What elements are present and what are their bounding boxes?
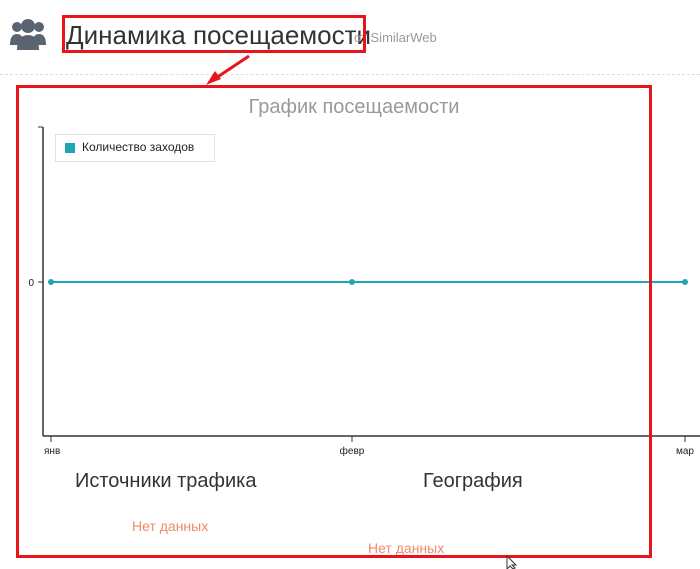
series-point [682,279,688,285]
series-point [349,279,355,285]
legend-label: Количество заходов [82,140,195,154]
traffic-sources-title: Источники трафика [75,470,257,492]
series-point [48,279,54,285]
chart-legend[interactable]: Количество заходов [55,134,215,162]
geography-no-data: Нет данных [368,540,445,556]
geography-title: География [423,470,523,492]
x-tick-label: мар [676,446,694,457]
traffic-sources-no-data: Нет данных [132,518,209,534]
x-tick-label: февр [340,445,365,457]
x-tick-label: янв [44,446,60,457]
legend-swatch [65,143,75,153]
y-tick-label: 0 [28,278,34,289]
